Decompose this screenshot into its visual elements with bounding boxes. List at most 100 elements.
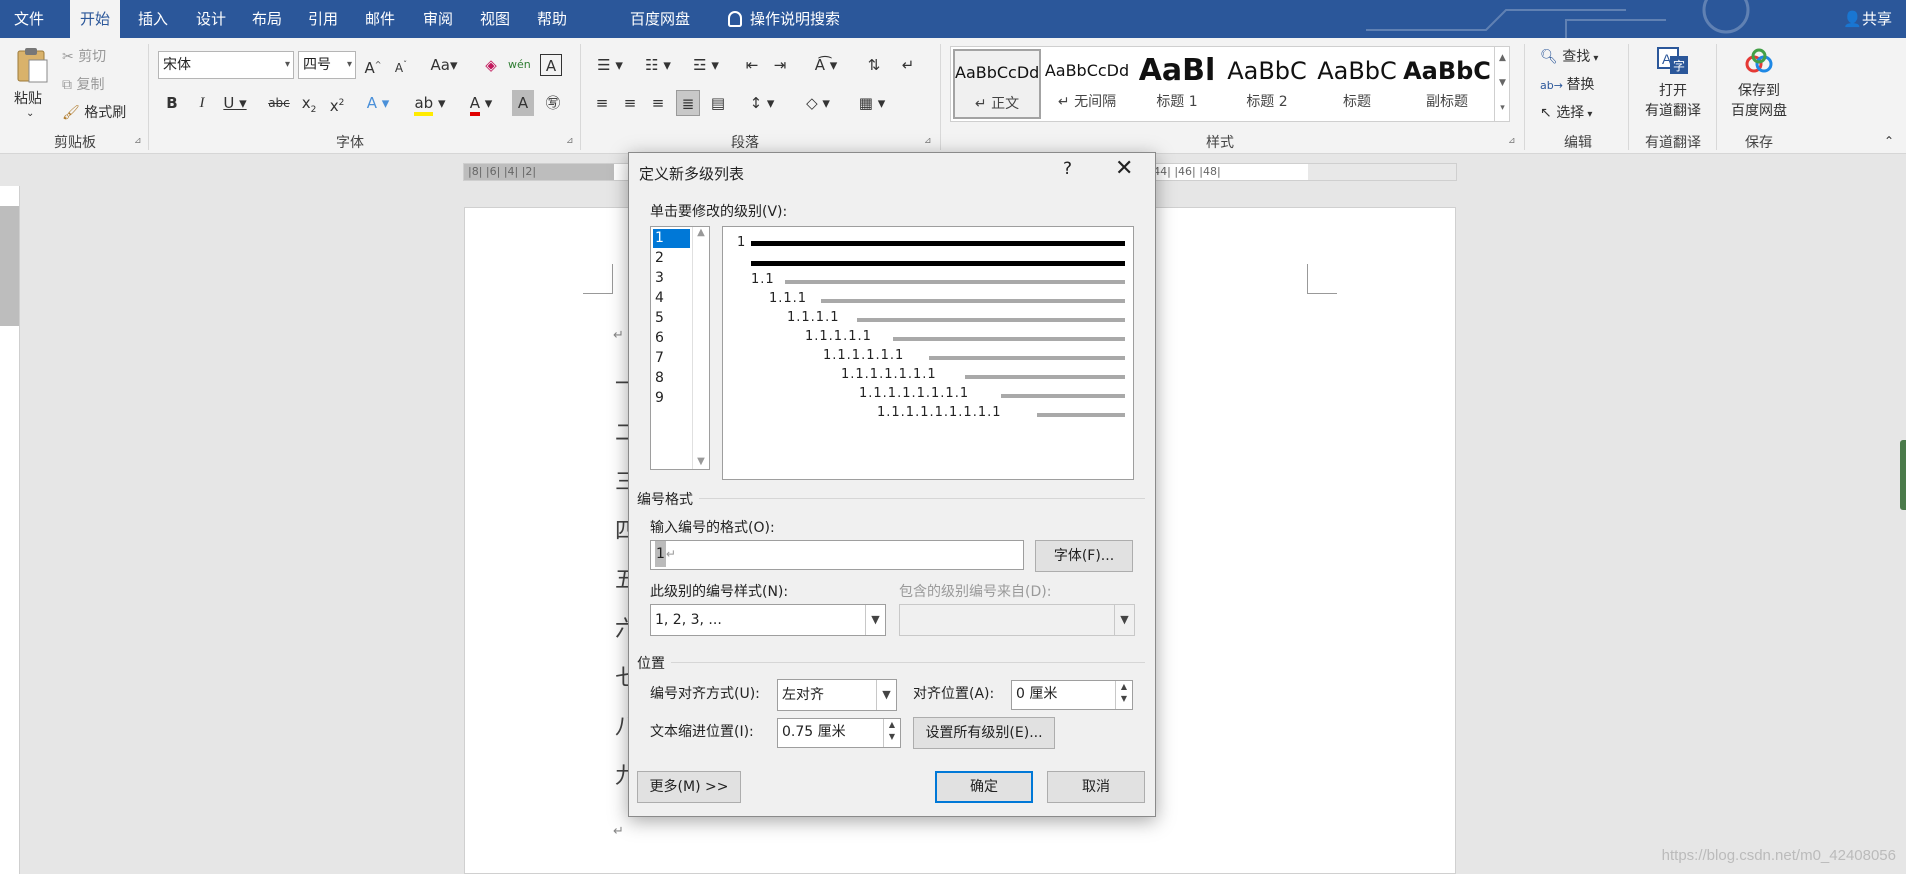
- ok-button[interactable]: 确定: [935, 771, 1033, 803]
- style-title[interactable]: AaBbC 标题: [1313, 49, 1401, 119]
- aligned-at-input[interactable]: 0 厘米 ▲ ▼: [1011, 680, 1133, 710]
- superscript-icon[interactable]: x2: [326, 90, 348, 116]
- chevron-down-icon[interactable]: ▼: [884, 731, 900, 743]
- chevron-down-icon[interactable]: ▼: [1116, 693, 1132, 705]
- font-size-combo[interactable]: 四号 ▾: [298, 51, 356, 79]
- text-effects-icon[interactable]: A ▾: [362, 90, 394, 116]
- level-list[interactable]: 1 2 3 4 5 6 7 8 9 ▲ ▼: [650, 226, 710, 470]
- level-item[interactable]: 8: [653, 369, 690, 388]
- distributed-icon[interactable]: ▤: [706, 90, 730, 116]
- level-item[interactable]: 4: [653, 289, 690, 308]
- style-no-spacing[interactable]: AaBbCcDd ↵ 无间隔: [1043, 49, 1131, 119]
- shrink-font-icon[interactable]: Aˇ: [390, 52, 412, 78]
- change-case-icon[interactable]: Aa▾: [426, 52, 462, 78]
- align-center-icon[interactable]: ≡: [618, 90, 642, 116]
- clear-format-icon[interactable]: ◈: [480, 52, 502, 78]
- grow-font-icon[interactable]: A^: [362, 52, 384, 78]
- align-right-icon[interactable]: ≡: [646, 90, 670, 116]
- chevron-down-icon[interactable]: ▼: [876, 680, 896, 710]
- close-icon[interactable]: ✕: [1115, 156, 1133, 181]
- shading-icon[interactable]: ◇ ▾: [798, 90, 838, 116]
- style-normal[interactable]: AaBbCcDd ↵ 正文: [953, 49, 1041, 119]
- level-item[interactable]: 5: [653, 309, 690, 328]
- chevron-down-icon[interactable]: ▼: [693, 456, 709, 467]
- tab-design[interactable]: 设计: [186, 0, 236, 38]
- strikethrough-icon[interactable]: abc: [266, 90, 292, 116]
- char-shading-icon[interactable]: A: [512, 90, 534, 116]
- show-marks-icon[interactable]: ↵: [896, 52, 920, 78]
- paste-button[interactable]: 粘贴 ⌄: [10, 44, 54, 128]
- tell-me-search[interactable]: 操作说明搜索: [718, 0, 850, 38]
- style-subtitle[interactable]: AaBbC 副标题: [1403, 49, 1491, 119]
- indent-input[interactable]: 0.75 厘米 ▲ ▼: [777, 718, 901, 748]
- italic-icon[interactable]: I: [192, 90, 212, 116]
- format-painter-button[interactable]: 🖌 格式刷: [62, 102, 126, 122]
- help-icon[interactable]: ?: [1063, 159, 1072, 179]
- line-spacing-icon[interactable]: ↕ ▾: [742, 90, 782, 116]
- number-format-input[interactable]: 1↵: [650, 540, 1024, 570]
- pinyin-guide-icon[interactable]: wén: [508, 52, 531, 78]
- alignment-select[interactable]: 左对齐 ▼: [777, 679, 897, 711]
- align-left-icon[interactable]: ≡: [590, 90, 614, 116]
- char-border-icon[interactable]: A: [540, 54, 562, 76]
- enclose-char-icon[interactable]: ㊢: [542, 90, 564, 116]
- level-item[interactable]: 6: [653, 329, 690, 348]
- save-to-baidu-button[interactable]: 保存到 百度网盘: [1722, 44, 1796, 128]
- spin-buttons[interactable]: ▲ ▼: [1115, 681, 1132, 709]
- subscript-icon[interactable]: x2: [298, 90, 320, 116]
- tab-home[interactable]: 开始: [70, 0, 121, 38]
- underline-icon[interactable]: U ▾: [220, 90, 250, 116]
- clipboard-launcher-icon[interactable]: ⊿: [134, 136, 142, 146]
- tab-help[interactable]: 帮助: [527, 0, 577, 38]
- styles-scroll[interactable]: ▲ ▼ ▾: [1494, 46, 1510, 122]
- tab-review[interactable]: 审阅: [413, 0, 463, 38]
- select-button[interactable]: ↖ 选择 ▾: [1540, 102, 1592, 122]
- styles-launcher-icon[interactable]: ⊿: [1508, 136, 1516, 146]
- chevron-down-icon[interactable]: ▼: [865, 605, 885, 635]
- level-item[interactable]: 7: [653, 349, 690, 368]
- font-button[interactable]: 字体(F)...: [1035, 540, 1133, 572]
- vertical-ruler[interactable]: [0, 186, 20, 874]
- collapse-ribbon-icon[interactable]: ⌃: [1884, 134, 1894, 148]
- chevron-down-icon[interactable]: ▼: [1495, 71, 1510, 96]
- chevron-up-icon[interactable]: ▲: [1116, 681, 1132, 693]
- bullets-icon[interactable]: ☰ ▾: [590, 52, 630, 78]
- highlight-icon[interactable]: ab ▾: [410, 90, 450, 116]
- number-style-select[interactable]: 1, 2, 3, ... ▼: [650, 604, 886, 636]
- cancel-button[interactable]: 取消: [1047, 771, 1145, 803]
- find-button[interactable]: 🔍︎ 查找 ▾: [1540, 46, 1598, 66]
- chevron-up-icon[interactable]: ▲: [884, 719, 900, 731]
- chinese-layout-icon[interactable]: A͡ ▾: [808, 52, 844, 78]
- tab-references[interactable]: 引用: [298, 0, 348, 38]
- right-edge-handle[interactable]: [1900, 440, 1906, 510]
- spin-buttons[interactable]: ▲ ▼: [883, 719, 900, 747]
- replace-button[interactable]: ab→ 替换: [1540, 74, 1594, 94]
- sort-icon[interactable]: ⇅: [862, 52, 886, 78]
- numbering-icon[interactable]: ☷ ▾: [638, 52, 678, 78]
- copy-button[interactable]: ⧉ 复制: [62, 74, 104, 94]
- bold-icon[interactable]: B: [162, 90, 182, 116]
- justify-icon[interactable]: ≣: [676, 90, 700, 116]
- level-item[interactable]: 2: [653, 249, 690, 268]
- decrease-indent-icon[interactable]: ⇤: [740, 52, 764, 78]
- tab-file[interactable]: 文件: [4, 0, 54, 38]
- tab-mailings[interactable]: 邮件: [355, 0, 405, 38]
- level-item[interactable]: 3: [653, 269, 690, 288]
- level-item[interactable]: 9: [653, 389, 690, 408]
- style-heading-2[interactable]: AaBbC 标题 2: [1223, 49, 1311, 119]
- multilevel-list-icon[interactable]: ☲ ▾: [686, 52, 726, 78]
- chevron-up-icon[interactable]: ▲: [693, 227, 709, 243]
- cut-button[interactable]: ✂ 剪切: [62, 46, 106, 66]
- tab-view[interactable]: 视图: [470, 0, 520, 38]
- borders-icon[interactable]: ▦ ▾: [850, 90, 894, 116]
- font-name-combo[interactable]: 宋体 ▾: [158, 51, 294, 79]
- level-list-scrollbar[interactable]: ▲ ▼: [692, 227, 709, 469]
- paragraph-launcher-icon[interactable]: ⊿: [924, 136, 932, 146]
- set-all-levels-button[interactable]: 设置所有级别(E)...: [913, 717, 1055, 749]
- increase-indent-icon[interactable]: ⇥: [768, 52, 792, 78]
- tab-baidu-netdisk[interactable]: 百度网盘: [620, 0, 700, 38]
- tab-layout[interactable]: 布局: [242, 0, 292, 38]
- style-heading-1[interactable]: AaBl 标题 1: [1133, 49, 1221, 119]
- font-color-icon[interactable]: A ▾: [462, 90, 500, 116]
- level-item[interactable]: 1: [653, 229, 690, 248]
